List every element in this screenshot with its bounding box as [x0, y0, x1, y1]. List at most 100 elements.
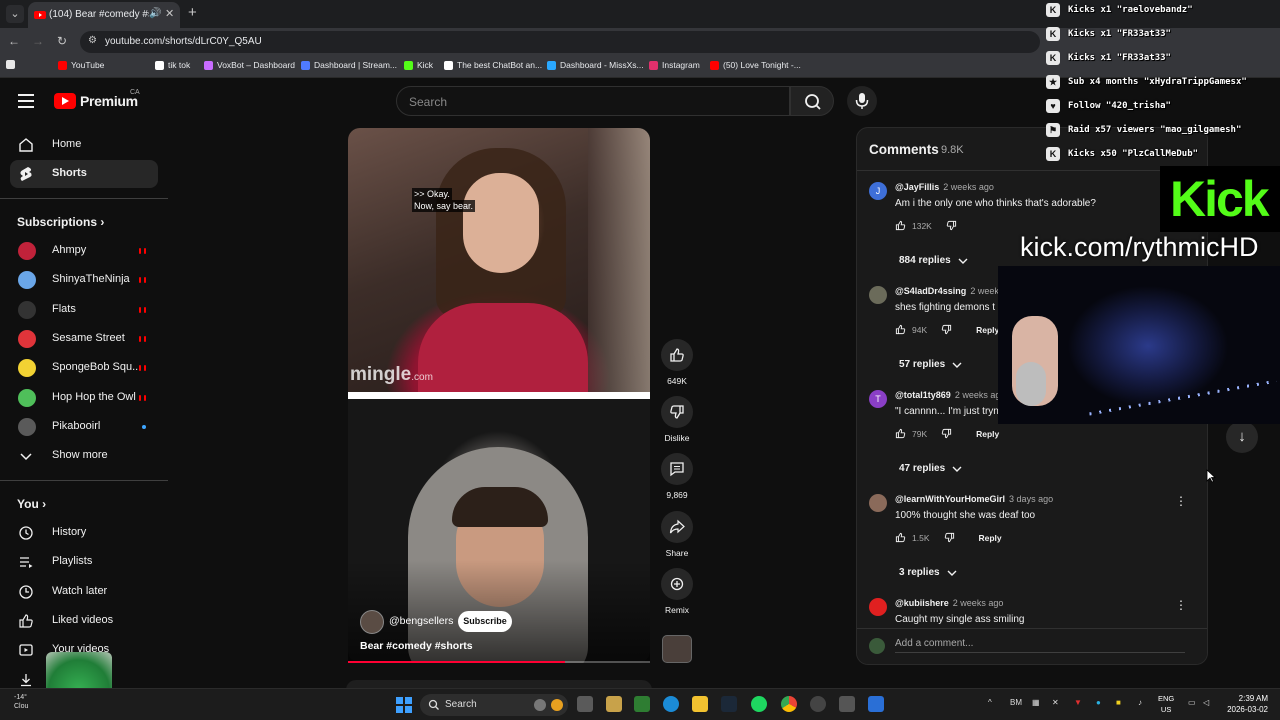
bookmark-item[interactable] [6, 60, 19, 69]
view-replies-button[interactable]: 884 replies [899, 255, 968, 266]
bookmark-item[interactable]: (50) Love Tonight -... [710, 60, 801, 70]
bookmark-item[interactable]: Dashboard - MissXs... [547, 60, 644, 70]
spotify-icon[interactable] [751, 696, 767, 712]
view-replies-button[interactable]: 47 replies [899, 463, 962, 474]
sidebar-item-history[interactable]: History [10, 519, 158, 547]
bookmark-item[interactable]: Dashboard | Stream... [301, 60, 397, 70]
volume-icon[interactable]: ◁ [1203, 698, 1209, 707]
sidebar-item-liked-videos[interactable]: Liked videos [10, 607, 158, 635]
app-icon[interactable] [634, 696, 650, 712]
tray-app-icon[interactable]: ✕ [1052, 698, 1059, 707]
thumbs-up-icon[interactable] [895, 532, 906, 543]
site-info-icon[interactable]: ⚙ [88, 35, 97, 46]
thumbs-down-icon[interactable] [941, 324, 952, 335]
sidebar-item-watch-later[interactable]: Watch later [10, 578, 158, 606]
wow-app-icon[interactable] [606, 696, 622, 712]
forward-icon[interactable]: → [30, 34, 46, 48]
url-text[interactable]: youtube.com/shorts/dLrC0Y_Q5AU [105, 36, 262, 47]
tray-app-icon[interactable]: ▼ [1074, 698, 1082, 707]
subscription-item[interactable]: Ahmpy [10, 237, 158, 265]
show-more-button[interactable]: Show more [10, 442, 158, 470]
new-tab-button[interactable]: + [188, 4, 197, 21]
you-heading[interactable]: You › [17, 497, 46, 511]
like-button[interactable] [661, 339, 693, 371]
tray-app-icon[interactable]: ▦ [1032, 698, 1040, 707]
back-icon[interactable]: ← [6, 34, 22, 48]
app-icon[interactable] [839, 696, 855, 712]
comments-button[interactable] [661, 453, 693, 485]
thumbs-up-icon[interactable] [895, 220, 906, 231]
edge-icon[interactable] [663, 696, 679, 712]
file-explorer-icon[interactable] [692, 696, 708, 712]
subscription-item[interactable]: Flats [10, 296, 158, 324]
tray-app-icon[interactable]: ● [1096, 698, 1101, 707]
taskbar-search[interactable]: Search [420, 694, 568, 716]
windows-start-icon[interactable] [396, 697, 412, 713]
share-button[interactable] [661, 511, 693, 543]
commenter-avatar[interactable] [869, 494, 887, 512]
bookmark-item[interactable]: VoxBot – Dashboard [204, 60, 295, 70]
network-icon[interactable]: ▭ [1188, 698, 1196, 707]
commenter-avatar[interactable] [869, 286, 887, 304]
reload-icon[interactable]: ↻ [54, 34, 70, 48]
youtube-premium-logo[interactable]: Premium [54, 93, 138, 109]
audio-playing-icon[interactable]: 🔊 [149, 8, 161, 19]
dislike-action[interactable]: Dislike [661, 396, 693, 443]
channel-avatar[interactable] [360, 610, 384, 634]
voice-search-button[interactable] [847, 86, 877, 116]
guide-menu-icon[interactable] [18, 94, 34, 112]
comment-menu-icon[interactable]: ⋮ [1175, 494, 1187, 508]
reply-button[interactable]: Reply [976, 325, 999, 335]
short-title[interactable]: Bear #comedy #shorts [360, 640, 473, 652]
subscription-item[interactable]: SpongeBob Squ... [10, 354, 158, 382]
dislike-button[interactable] [661, 396, 693, 428]
subscriptions-heading[interactable]: Subscriptions › [17, 215, 104, 229]
subscribe-button[interactable]: Subscribe [458, 611, 512, 632]
remix-button[interactable] [661, 568, 693, 600]
comment-author[interactable]: @S4ladDr4ssing 2 weeks [895, 286, 1003, 296]
thumbs-down-icon[interactable] [944, 532, 955, 543]
reply-button[interactable]: Reply [979, 533, 1002, 543]
bookmark-item[interactable]: The best ChatBot an... [444, 60, 542, 70]
like-action[interactable]: 649K [661, 339, 693, 386]
bookmark-item[interactable]: Instagram [649, 60, 700, 70]
sidebar-item-home[interactable]: Home [10, 131, 158, 159]
view-replies-button[interactable]: 3 replies [899, 567, 957, 578]
thumbs-up-icon[interactable] [895, 428, 906, 439]
view-replies-button[interactable]: 57 replies [899, 359, 962, 370]
address-bar[interactable]: ⚙ youtube.com/shorts/dLrC0Y_Q5AU [80, 31, 1040, 53]
video-progress-bar[interactable] [348, 661, 650, 663]
tray-app-icon[interactable]: ■ [1116, 698, 1121, 707]
task-view-icon[interactable] [577, 696, 593, 712]
reply-button[interactable]: Reply [976, 429, 999, 439]
thumbs-up-icon[interactable] [895, 324, 906, 335]
chrome-icon[interactable] [781, 696, 797, 712]
comment-author[interactable]: @JayFillis 2 weeks ago [895, 182, 994, 192]
taskbar-clock[interactable]: 2:39 AM 2026-03-02 [1212, 693, 1268, 715]
comment-author[interactable]: @kubiishere 2 weeks ago [895, 598, 1003, 608]
bookmark-item[interactable]: tik tok [155, 60, 190, 70]
comments-action[interactable]: 9,869 [661, 453, 693, 500]
comment-author[interactable]: @learnWithYourHomeGirl 3 days ago [895, 494, 1053, 504]
search-button[interactable] [790, 86, 834, 116]
comment-menu-icon[interactable]: ⋮ [1175, 598, 1187, 612]
subscription-item[interactable]: Hop Hop the Owl [10, 384, 158, 412]
bookmark-item[interactable]: YouTube [58, 60, 104, 70]
search-input[interactable]: Search [396, 86, 790, 116]
steam-icon[interactable] [721, 696, 737, 712]
video-top-half[interactable]: >> Okay. Now, say bear. mingle.com [348, 128, 650, 392]
tray-overflow-icon[interactable]: ^ [988, 698, 992, 707]
sidebar-item-shorts[interactable]: Shorts [10, 160, 158, 188]
add-comment-bar[interactable]: Add a comment... [857, 628, 1207, 664]
share-action[interactable]: Share [661, 511, 693, 558]
app-icon[interactable] [868, 696, 884, 712]
obs-icon[interactable] [810, 696, 826, 712]
tab-search-button[interactable]: ⌄ [6, 5, 24, 23]
thumbs-down-icon[interactable] [941, 428, 952, 439]
sound-thumbnail[interactable] [662, 635, 692, 663]
close-tab-icon[interactable]: ✕ [165, 7, 174, 20]
browser-tab-active[interactable]: (104) Bear #comedy #shorts 🔊 ✕ [28, 2, 180, 28]
weather-widget[interactable]: -14° Clou [14, 693, 28, 711]
tray-app-icon[interactable]: BM [1010, 698, 1022, 707]
language-indicator[interactable]: ENG US [1158, 693, 1174, 715]
